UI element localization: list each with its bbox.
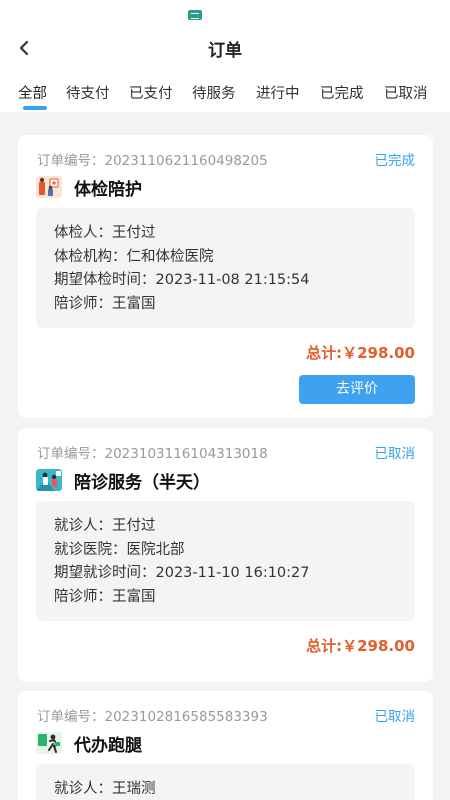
order-status: 已取消 <box>374 446 416 462</box>
order-details: 就诊人：王瑞测 <box>36 764 415 800</box>
order-status: 已取消 <box>374 709 416 725</box>
detail-line: 体检机构：仁和体检医院 <box>54 248 214 265</box>
detail-line: 就诊医院：医院北部 <box>54 541 185 558</box>
tab-all[interactable]: 全部 <box>18 82 47 108</box>
checkup-escort-icon <box>36 176 62 198</box>
service-row: 体检陪护 <box>36 176 142 200</box>
detail-line: 体检人：王付过 <box>54 225 156 241</box>
order-number: 订单编号：2023103116104313018 <box>37 446 268 462</box>
tab-bar: 全部 待支付 已支付 待服务 进行中 已完成 已取消 <box>0 82 450 112</box>
detail-line: 陪诊师：王富国 <box>54 295 156 312</box>
tab-in-progress[interactable]: 进行中 <box>256 82 300 108</box>
order-total: 总计:￥298.00 <box>306 637 415 655</box>
active-tab-indicator <box>23 106 47 110</box>
tab-paid[interactable]: 已支付 <box>129 82 173 108</box>
order-number: 订单编号：2023102816585583393 <box>37 709 268 725</box>
order-card[interactable]: 订单编号：2023110621160498205 已完成 体检陪护 体检人：王付… <box>18 135 433 418</box>
tab-cancelled[interactable]: 已取消 <box>384 82 428 108</box>
tab-completed[interactable]: 已完成 <box>320 82 364 108</box>
review-button[interactable]: 去评价 <box>299 375 415 404</box>
order-number: 订单编号：2023110621160498205 <box>37 153 268 169</box>
escort-service-icon <box>36 469 62 491</box>
service-name: 体检陪护 <box>74 179 142 200</box>
page-title: 订单 <box>208 41 242 61</box>
detail-line: 就诊人：王瑞测 <box>54 781 156 797</box>
detail-line: 期望就诊时间：2023-11-10 16:10:27 <box>54 565 310 581</box>
detail-line: 期望体检时间：2023-11-08 21:15:54 <box>54 272 310 288</box>
service-name: 陪诊服务（半天） <box>74 472 210 493</box>
tab-pending-payment[interactable]: 待支付 <box>66 82 110 108</box>
order-card[interactable]: 订单编号：2023102816585583393 已取消 代办跑腿 就诊人：王瑞… <box>18 691 433 800</box>
back-button[interactable] <box>8 32 40 64</box>
order-details: 体检人：王付过 体检机构：仁和体检医院 期望体检时间：2023-11-08 21… <box>36 208 415 328</box>
header: 订单 全部 待支付 已支付 待服务 进行中 已完成 已取消 <box>0 0 450 112</box>
detail-line: 就诊人：王付过 <box>54 518 156 534</box>
order-details: 就诊人：王付过 就诊医院：医院北部 期望就诊时间：2023-11-10 16:1… <box>36 501 415 621</box>
service-row: 代办跑腿 <box>36 732 142 756</box>
service-name: 代办跑腿 <box>74 735 142 756</box>
chevron-left-icon <box>19 40 29 56</box>
notification-icon <box>188 10 202 20</box>
errand-runner-icon <box>36 732 62 754</box>
detail-line: 陪诊师：王富国 <box>54 588 156 605</box>
tab-pending-service[interactable]: 待服务 <box>192 82 236 108</box>
order-status: 已完成 <box>374 153 416 169</box>
order-total: 总计:￥298.00 <box>306 344 415 362</box>
order-card[interactable]: 订单编号：2023103116104313018 已取消 陪诊服务（半天） 就诊… <box>18 428 433 682</box>
service-row: 陪诊服务（半天） <box>36 469 210 493</box>
